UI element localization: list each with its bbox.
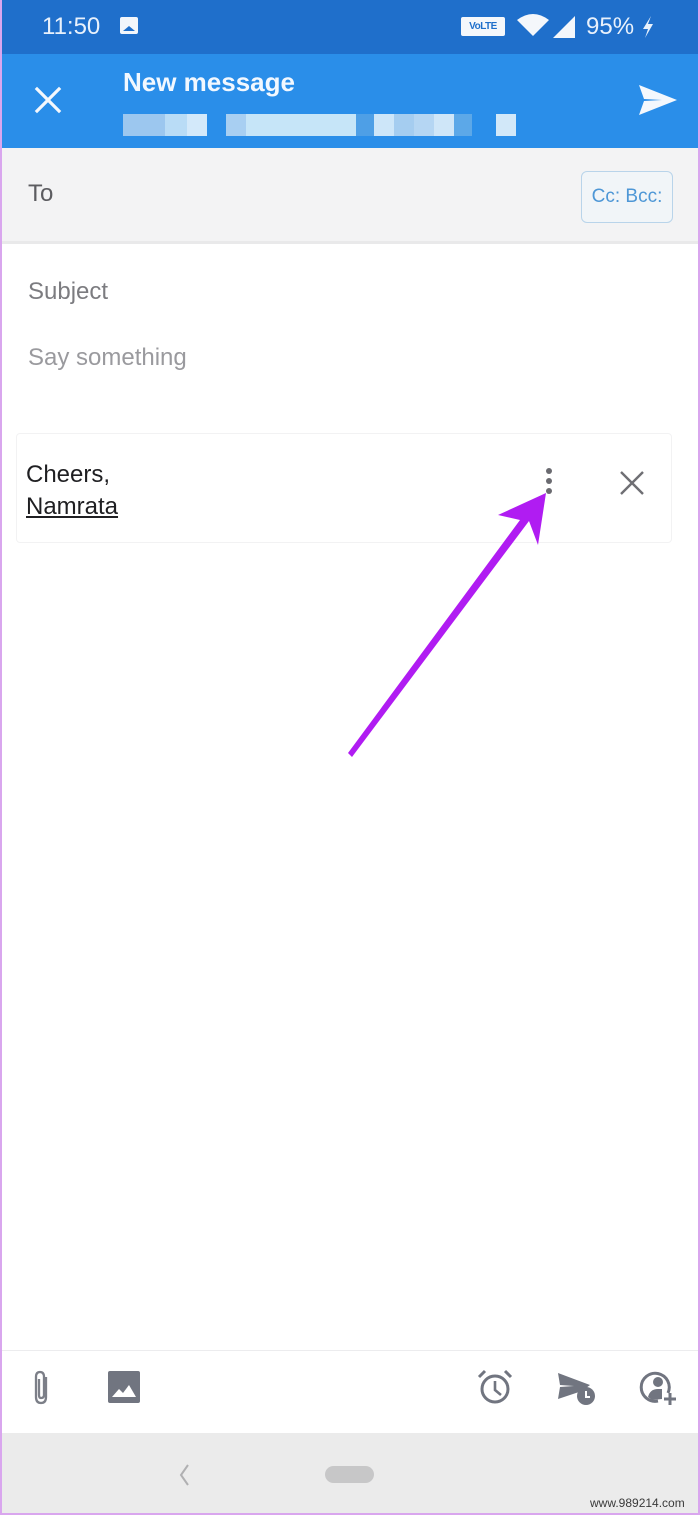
signature-more-button[interactable]	[541, 468, 557, 498]
signal-icon	[553, 16, 575, 38]
signature-card: Cheers, Namrata	[16, 433, 672, 543]
volte-icon: VoLTE	[461, 17, 505, 36]
attach-icon[interactable]	[22, 1367, 62, 1407]
recipient-row[interactable]: To Cc: Bcc:	[0, 148, 700, 244]
body-input[interactable]: Say something	[28, 344, 187, 372]
gallery-icon	[120, 17, 138, 34]
signature-line-1: Cheers,	[26, 461, 111, 488]
status-bar: 11:50 VoLTE 95%	[0, 0, 700, 54]
charging-bolt-icon	[643, 16, 653, 38]
add-contact-icon[interactable]	[638, 1367, 678, 1407]
image-icon[interactable]	[104, 1367, 144, 1407]
wifi-icon	[517, 14, 549, 36]
system-nav-bar: www.989214.com	[0, 1433, 700, 1515]
schedule-send-icon[interactable]	[556, 1367, 596, 1407]
close-icon[interactable]	[28, 80, 68, 120]
to-label: To	[28, 180, 54, 207]
watermark: www.989214.com	[590, 1496, 685, 1510]
app-bar: New message	[0, 54, 700, 148]
back-chevron-icon[interactable]	[170, 1455, 200, 1495]
signature-name: Namrata	[26, 493, 119, 520]
cc-bcc-button[interactable]: Cc: Bcc:	[581, 171, 673, 223]
compose-toolbar	[0, 1350, 700, 1434]
subject-input[interactable]: Subject	[28, 278, 108, 306]
send-icon[interactable]	[634, 80, 680, 120]
sender-account-redacted	[123, 114, 523, 136]
status-time: 11:50	[42, 13, 101, 40]
signature-remove-button[interactable]	[615, 466, 649, 500]
battery-percent: 95%	[586, 13, 635, 40]
reminder-alarm-icon[interactable]	[475, 1367, 515, 1407]
home-pill[interactable]	[325, 1466, 374, 1483]
page-title: New message	[123, 67, 295, 97]
